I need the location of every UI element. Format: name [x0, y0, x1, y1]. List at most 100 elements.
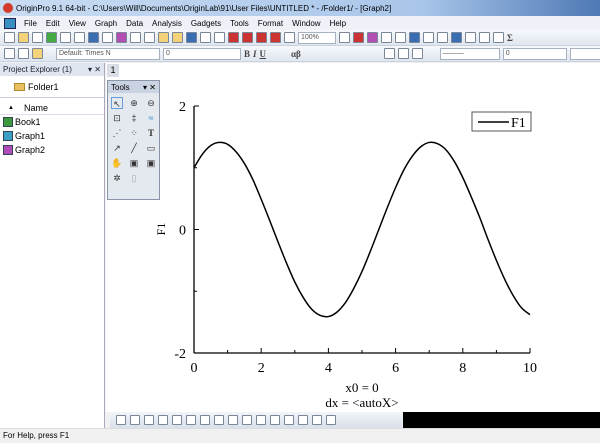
greek-button[interactable]: αβ: [291, 49, 301, 59]
toolbar-button-icon[interactable]: [130, 32, 141, 43]
draw-data-icon[interactable]: ⁘: [128, 127, 140, 139]
zoom-out-icon[interactable]: ⊖: [145, 97, 157, 109]
toolbar-button-icon[interactable]: [284, 32, 295, 43]
scale-icon[interactable]: ⊡: [111, 112, 123, 124]
toolbar-button-icon[interactable]: [32, 32, 43, 43]
layer-tab-1[interactable]: 1: [107, 64, 119, 77]
mask-icon[interactable]: ▣: [145, 157, 157, 169]
screen-reader-icon[interactable]: ‡: [128, 112, 140, 124]
menu-window[interactable]: Window: [292, 19, 320, 28]
plot-area[interactable]: 0 2 4 6 8 10 -2 0 2 F1 x0 = 0dx = <autoX> F1: [106, 63, 600, 412]
data-selector-icon[interactable]: ⋰: [111, 127, 123, 139]
column-header-name[interactable]: ▲ Name: [0, 101, 104, 115]
toolbar-button-icon[interactable]: [242, 32, 253, 43]
toolbar-button-icon[interactable]: [270, 32, 281, 43]
zoom-select[interactable]: 100%: [298, 31, 336, 44]
group-plot-icon[interactable]: [270, 415, 280, 425]
merge-plot-icon[interactable]: [298, 415, 308, 425]
toolbar-button-icon[interactable]: [60, 32, 71, 43]
copy-icon[interactable]: [18, 48, 29, 59]
text-tool-icon[interactable]: T: [145, 127, 157, 139]
region-icon[interactable]: ▣: [128, 157, 140, 169]
toolbar-button-icon[interactable]: [88, 32, 99, 43]
toolbar-button-icon[interactable]: [353, 32, 364, 43]
menu-edit[interactable]: Edit: [46, 19, 60, 28]
list-item-graph1[interactable]: Graph1: [0, 129, 104, 143]
cut-icon[interactable]: [4, 48, 15, 59]
data-reader-icon[interactable]: ≈: [145, 112, 157, 124]
pan-icon[interactable]: ✋: [111, 157, 123, 169]
toolbar-button-icon[interactable]: [493, 32, 504, 43]
toolbar-button-icon[interactable]: [465, 32, 476, 43]
menu-help[interactable]: Help: [330, 19, 346, 28]
toolbar-button-icon[interactable]: [186, 32, 197, 43]
toolbar-button-icon[interactable]: [214, 32, 225, 43]
area-plot-icon[interactable]: [200, 415, 210, 425]
sum-button[interactable]: Σ: [507, 33, 513, 43]
tools-palette-header[interactable]: Tools ▾ ✕: [108, 81, 159, 93]
paste-icon[interactable]: [32, 48, 43, 59]
line-plot-icon[interactable]: [116, 415, 126, 425]
line-tool-icon[interactable]: ╱: [128, 142, 140, 154]
close-icon[interactable]: ▾ ✕: [143, 83, 156, 92]
line-color-icon[interactable]: [411, 48, 423, 59]
toolbar-button-icon[interactable]: [437, 32, 448, 43]
toolbar-button-icon[interactable]: [256, 32, 267, 43]
menu-tools[interactable]: Tools: [230, 19, 249, 28]
list-item-book1[interactable]: Book1: [0, 115, 104, 129]
extract-plot-icon[interactable]: [312, 415, 322, 425]
folder-tree-item[interactable]: Folder1: [0, 76, 104, 98]
menu-analysis[interactable]: Analysis: [152, 19, 182, 28]
toolbar-button-icon[interactable]: [18, 32, 29, 43]
scatter-plot-icon[interactable]: [130, 415, 140, 425]
toolbar-button-icon[interactable]: [158, 32, 169, 43]
arrow-tool-icon[interactable]: ↗: [111, 142, 123, 154]
line-style-select[interactable]: ―――: [439, 47, 500, 60]
bug-icon[interactable]: ✲: [111, 172, 123, 184]
toolbar-button-icon[interactable]: [102, 32, 113, 43]
toolbar-button-icon[interactable]: [395, 32, 406, 43]
border-select[interactable]: [569, 47, 600, 60]
stock-plot-icon[interactable]: [228, 415, 238, 425]
toolbar-button-icon[interactable]: [381, 32, 392, 43]
pattern-icon[interactable]: [397, 48, 409, 59]
toolbar-button-icon[interactable]: [423, 32, 434, 43]
app-menu-icon[interactable]: [4, 17, 16, 29]
toolbar-button-icon[interactable]: [116, 32, 127, 43]
toolbar-button-icon[interactable]: [46, 32, 57, 43]
menu-format[interactable]: Format: [258, 19, 283, 28]
toolbar-button-icon[interactable]: [228, 32, 239, 43]
layer-plot-icon[interactable]: [326, 415, 336, 425]
toolbar-button-icon[interactable]: [409, 32, 420, 43]
menu-gadgets[interactable]: Gadgets: [191, 19, 221, 28]
template-plot-icon[interactable]: [256, 415, 266, 425]
fill-color-icon[interactable]: [383, 48, 395, 59]
bold-button[interactable]: B: [244, 49, 250, 59]
pie-plot-icon[interactable]: [214, 415, 224, 425]
error-bar-plot-icon[interactable]: [186, 415, 196, 425]
box-plot-icon[interactable]: [172, 415, 182, 425]
menu-data[interactable]: Data: [126, 19, 143, 28]
underline-button[interactable]: U: [260, 49, 267, 59]
column-plot-icon[interactable]: [158, 415, 168, 425]
toolbar-button-icon[interactable]: [74, 32, 85, 43]
close-icon[interactable]: ▾ ✕: [88, 65, 101, 74]
toolbar-button-icon[interactable]: [200, 32, 211, 43]
zoom-in-icon[interactable]: ⊕: [128, 97, 140, 109]
rectangle-tool-icon[interactable]: ▭: [145, 142, 157, 154]
font-select[interactable]: Default: Times N: [56, 47, 160, 60]
toolbar-button-icon[interactable]: [339, 32, 350, 43]
3d-plot-icon[interactable]: [242, 415, 252, 425]
pointer-icon[interactable]: ↖: [111, 97, 123, 109]
toolbar-button-icon[interactable]: [4, 32, 15, 43]
menu-graph[interactable]: Graph: [95, 19, 117, 28]
toolbar-button-icon[interactable]: [367, 32, 378, 43]
dup-plot-icon[interactable]: [284, 415, 294, 425]
line-symbol-plot-icon[interactable]: [144, 415, 154, 425]
font-size-select[interactable]: 0: [163, 47, 241, 60]
menu-file[interactable]: File: [24, 19, 37, 28]
toolbar-button-icon[interactable]: [479, 32, 490, 43]
toolbar-button-icon[interactable]: [451, 32, 462, 43]
toolbar-button-icon[interactable]: [144, 32, 155, 43]
menu-view[interactable]: View: [69, 19, 86, 28]
